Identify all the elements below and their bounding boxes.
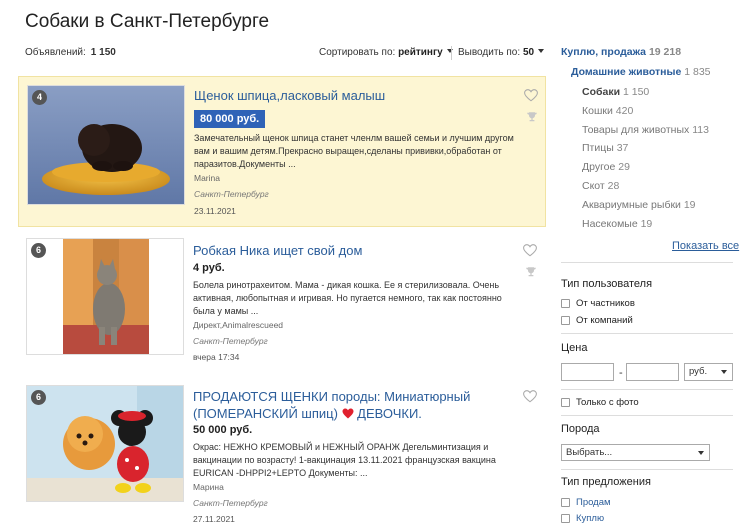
category-pets[interactable]: Домашние животные 1 835 — [571, 66, 711, 78]
private-sellers-checkbox[interactable]: От частников — [561, 298, 635, 309]
price-max-input[interactable] — [626, 363, 679, 381]
results-toolbar: Объявлений: 1 150 Сортировать по: рейтинг… — [25, 46, 545, 62]
category-insects[interactable]: Насекомые 19 — [582, 218, 652, 230]
listing-price: 80 000 руб. — [194, 110, 266, 128]
breed-select[interactable]: Выбрать... — [561, 444, 710, 461]
listing-photo[interactable]: 6 — [26, 385, 184, 502]
listing-date: 23.11.2021 — [194, 206, 236, 216]
favorite-heart-icon[interactable] — [523, 390, 537, 403]
listing-date: 27.11.2021 — [193, 514, 235, 524]
sidebar: Куплю, продажа 19 218 Домашние животные … — [555, 0, 740, 525]
listing-date: вчера 17:34 — [193, 352, 240, 362]
price-label: Цена — [561, 342, 588, 354]
sidebar-divider — [561, 469, 733, 470]
sidebar-divider — [561, 389, 733, 390]
price-range-dash: - — [619, 367, 623, 379]
results-count-label: Объявлений: — [25, 47, 86, 58]
currency-select[interactable]: руб. — [684, 363, 733, 381]
listing-title-link[interactable]: Робкая Ника ищет свой дом — [193, 242, 513, 259]
listing-description: Окрас: НЕЖНО КРЕМОВЫЙ и НЕЖНЫЙ ОРАНЖ Дег… — [193, 442, 496, 478]
category-other[interactable]: Другое 29 — [582, 161, 630, 173]
toolbar-divider — [451, 46, 452, 60]
category-dogs[interactable]: Собаки 1 150 — [582, 86, 649, 98]
results-count: Объявлений: 1 150 — [25, 47, 116, 58]
favorite-heart-icon[interactable] — [523, 244, 537, 257]
checkbox-box[interactable] — [561, 398, 570, 407]
trophy-icon[interactable] — [525, 266, 537, 278]
listing-city: Санкт-Петербург — [194, 189, 269, 199]
listing-description: Замечательный щенок шпица станет членлм … — [194, 133, 514, 169]
listing-description: Болела ринотрахеитом. Мама - дикая кошка… — [193, 280, 502, 316]
chevron-down-icon[interactable] — [538, 49, 545, 53]
listing-city: Санкт-Петербург — [193, 336, 268, 346]
per-page-dropdown[interactable]: Выводить по: 50 — [458, 47, 545, 58]
category-cats[interactable]: Кошки 420 — [582, 105, 633, 117]
sidebar-divider — [561, 333, 733, 334]
offer-buy-checkbox[interactable]: Куплю — [561, 513, 604, 524]
user-type-label: Тип пользователя — [561, 278, 653, 290]
per-page-value[interactable]: 50 — [523, 47, 534, 58]
cat-photo-image — [27, 239, 183, 354]
listing-price: 4 руб. — [193, 262, 225, 274]
per-page-label: Выводить по: — [458, 47, 521, 58]
photo-count-badge: 4 — [32, 90, 47, 105]
listing-title-tail[interactable]: ДЕВОЧКИ. — [357, 406, 422, 421]
listing-seller: Директ,Animalrescueed — [193, 320, 284, 330]
checkbox-box[interactable] — [561, 514, 570, 523]
offer-type-label: Тип предложения — [561, 476, 651, 488]
breed-label: Порода — [561, 423, 600, 435]
listing-title-link[interactable]: Щенок шпица,ласковый малыш — [194, 87, 514, 104]
category-birds[interactable]: Птицы 37 — [582, 142, 628, 154]
favorite-heart-icon[interactable] — [524, 89, 538, 102]
listing-card[interactable]: 6 Робкая Ника ищет свой дом 4 руб. Болел… — [18, 232, 546, 362]
chevron-down-icon[interactable] — [698, 451, 704, 455]
category-sale[interactable]: Куплю, продажа 19 218 — [561, 46, 681, 58]
listing-seller: Marina — [194, 173, 220, 183]
companies-checkbox[interactable]: От компаний — [561, 315, 633, 326]
listing-seller: Марина — [193, 482, 224, 492]
listing-city: Санкт-Петербург — [193, 498, 268, 508]
listing-photo[interactable]: 4 — [27, 85, 185, 205]
show-all-categories-link[interactable]: Показать все — [672, 240, 739, 252]
listing-photo[interactable]: 6 — [26, 238, 184, 355]
sort-dropdown[interactable]: Сортировать по: рейтингу — [319, 47, 453, 58]
offer-sell-checkbox[interactable]: Продам — [561, 497, 611, 508]
page-title: Собаки в Санкт-Петербурге — [25, 11, 270, 32]
listing-title-text[interactable]: ПРОДАЮТСЯ ЩЕНКИ породы: Миниатюрный (ПОМ… — [193, 389, 470, 421]
checkbox-box[interactable] — [561, 316, 570, 325]
trophy-icon[interactable] — [526, 111, 538, 123]
checkbox-box[interactable] — [561, 299, 570, 308]
results-count-value: 1 150 — [90, 47, 116, 58]
category-aquarium-fish[interactable]: Аквариумные рыбки 19 — [582, 199, 696, 211]
photo-only-checkbox[interactable]: Только с фото — [561, 397, 639, 408]
sidebar-divider — [561, 415, 733, 416]
price-min-input[interactable] — [561, 363, 614, 381]
category-livestock[interactable]: Скот 28 — [582, 180, 619, 192]
listing-card[interactable]: 4 Щенок шпица,ласковый малыш 80 000 руб.… — [18, 76, 546, 227]
checkbox-box[interactable] — [561, 498, 570, 507]
category-pet-goods[interactable]: Товары для животных 113 — [582, 124, 709, 136]
red-heart-icon — [342, 408, 354, 419]
photo-count-badge: 6 — [31, 390, 46, 405]
sort-label: Сортировать по: — [319, 47, 396, 58]
puppy-with-toy-image — [27, 386, 183, 501]
listing-price: 50 000 руб. — [193, 424, 253, 436]
sidebar-divider — [561, 262, 733, 263]
listing-card[interactable]: 6 ПРОДАЮТСЯ ЩЕНКИ породы: Миниатюрный (П… — [18, 378, 546, 525]
listing-title-link[interactable]: ПРОДАЮТСЯ ЩЕНКИ породы: Миниатюрный (ПОМ… — [193, 388, 513, 422]
puppy-on-cushion-image — [28, 86, 184, 204]
sort-value[interactable]: рейтингу — [398, 47, 443, 58]
photo-count-badge: 6 — [31, 243, 46, 258]
chevron-down-icon[interactable] — [721, 370, 727, 374]
